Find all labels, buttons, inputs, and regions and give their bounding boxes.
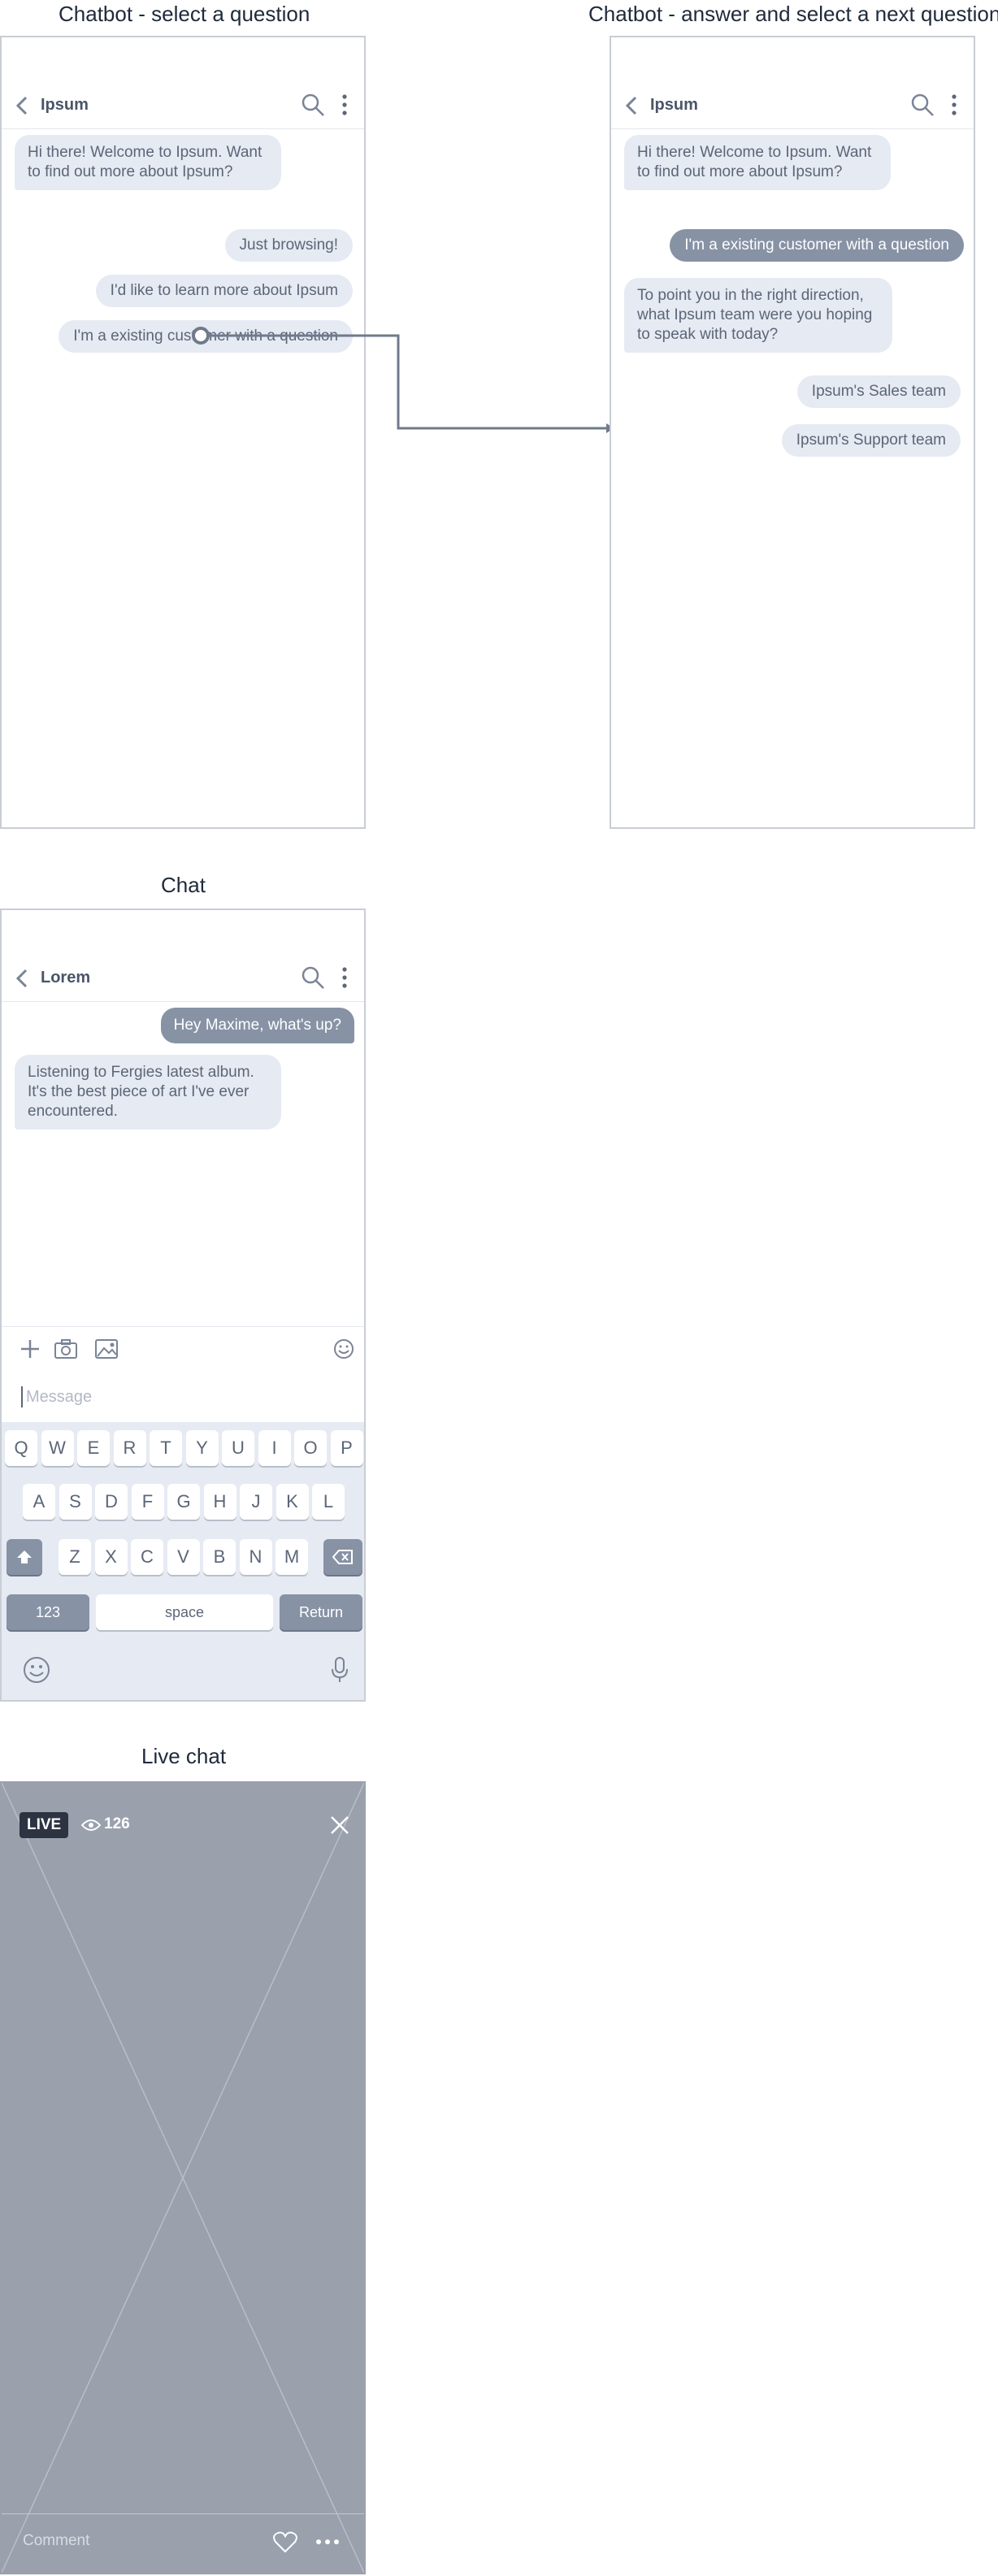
add-icon[interactable] — [20, 1338, 41, 1360]
option-support-team[interactable]: Ipsum's Support team — [781, 424, 961, 457]
bot-reply-message: To point you in the right direction, wha… — [624, 278, 892, 353]
shift-key[interactable] — [7, 1539, 42, 1575]
comment-input[interactable]: Comment — [23, 2532, 89, 2550]
key-m[interactable]: M — [276, 1539, 308, 1575]
app-title: Lorem — [41, 969, 91, 987]
key-s[interactable]: S — [59, 1484, 92, 1520]
chatbot-select-screen: Ipsum Hi there! Welcome to Ipsum. Want t… — [0, 36, 366, 829]
backspace-icon — [332, 1550, 353, 1564]
option-sales-team[interactable]: Ipsum's Sales team — [796, 375, 961, 408]
key-g[interactable]: G — [167, 1484, 200, 1520]
viewer-count: 126 — [104, 1815, 130, 1832]
option-existing-customer[interactable]: I'm a existing customer with a question — [59, 320, 353, 353]
heart-icon[interactable] — [273, 2530, 297, 2553]
top-bar: Ipsum — [2, 37, 364, 129]
search-icon[interactable] — [301, 965, 325, 990]
option-just-browsing[interactable]: Just browsing! — [224, 229, 353, 262]
eye-icon — [81, 1819, 101, 1831]
key-p[interactable]: P — [330, 1430, 363, 1466]
key-y[interactable]: Y — [185, 1430, 219, 1466]
more-options-icon[interactable] — [340, 965, 349, 990]
key-w[interactable]: W — [41, 1430, 74, 1466]
chatbot-answer-screen: Ipsum Hi there! Welcome to Ipsum. Want t… — [610, 36, 975, 829]
key-z[interactable]: Z — [59, 1539, 91, 1575]
screen-label-live-chat: Live chat — [141, 1744, 227, 1768]
bot-welcome-message: Hi there! Welcome to Ipsum. Want to find… — [15, 135, 281, 190]
key-x[interactable]: X — [94, 1539, 128, 1575]
live-badge: LIVE — [20, 1812, 69, 1838]
space-key[interactable]: space — [96, 1594, 273, 1630]
video-placeholder — [2, 1783, 364, 2573]
app-title: Ipsum — [41, 96, 89, 114]
key-r[interactable]: R — [113, 1430, 146, 1466]
key-l[interactable]: L — [312, 1484, 345, 1520]
more-options-icon[interactable] — [315, 2539, 340, 2545]
search-icon[interactable] — [910, 93, 935, 117]
key-t[interactable]: T — [150, 1430, 182, 1466]
key-a[interactable]: A — [23, 1484, 55, 1520]
image-icon[interactable] — [94, 1338, 119, 1360]
message-placeholder: Message — [26, 1388, 93, 1406]
key-v[interactable]: V — [167, 1539, 200, 1575]
keyboard: QWERTYUIOP ASDFGHJKL ZXCVBNM 123 space R… — [2, 1422, 364, 1700]
key-c[interactable]: C — [131, 1539, 163, 1575]
close-icon[interactable] — [330, 1815, 349, 1835]
return-key[interactable]: Return — [280, 1594, 362, 1630]
key-d[interactable]: D — [95, 1484, 128, 1520]
key-u[interactable]: U — [222, 1430, 254, 1466]
key-i[interactable]: I — [258, 1430, 291, 1466]
app-title: Ipsum — [650, 96, 698, 114]
camera-icon[interactable] — [54, 1338, 78, 1360]
screen-label-chat: Chat — [161, 873, 206, 897]
emoji-icon[interactable] — [333, 1338, 354, 1360]
numbers-key[interactable]: 123 — [7, 1594, 89, 1630]
text-cursor — [21, 1386, 23, 1407]
composer-toolbar — [2, 1326, 364, 1373]
key-n[interactable]: N — [239, 1539, 272, 1575]
key-k[interactable]: K — [276, 1484, 309, 1520]
top-bar: Lorem — [2, 910, 364, 1002]
key-f[interactable]: F — [131, 1484, 164, 1520]
sent-message: Hey Maxime, what's up? — [160, 1008, 354, 1043]
emoji-keyboard-icon[interactable] — [23, 1656, 50, 1684]
shift-arrow-icon — [17, 1550, 32, 1563]
message-input[interactable]: Message — [2, 1372, 364, 1422]
screen-label-chatbot-answer: Chatbot - answer and select a next quest… — [588, 2, 998, 26]
back-arrow-icon[interactable] — [621, 94, 644, 117]
selected-option-existing-customer: I'm a existing customer with a question — [670, 229, 964, 262]
more-options-icon[interactable] — [340, 93, 349, 117]
microphone-icon[interactable] — [330, 1656, 349, 1684]
key-q[interactable]: Q — [5, 1430, 37, 1466]
search-icon[interactable] — [301, 93, 325, 117]
chat-screen: Lorem Hey Maxime, what's up? Listening t… — [0, 909, 366, 1702]
top-bar: Ipsum — [611, 37, 974, 129]
bot-welcome-message: Hi there! Welcome to Ipsum. Want to find… — [624, 135, 891, 190]
back-arrow-icon[interactable] — [11, 967, 34, 990]
key-h[interactable]: H — [203, 1484, 236, 1520]
more-options-icon[interactable] — [949, 93, 959, 117]
key-o[interactable]: O — [294, 1430, 327, 1466]
option-learn-more[interactable]: I'd like to learn more about Ipsum — [95, 275, 353, 307]
backspace-key[interactable] — [323, 1539, 362, 1575]
key-j[interactable]: J — [240, 1484, 272, 1520]
back-arrow-icon[interactable] — [11, 94, 34, 117]
key-e[interactable]: E — [77, 1430, 110, 1466]
key-b[interactable]: B — [203, 1539, 236, 1575]
received-message: Listening to Fergies latest album. It's … — [15, 1055, 281, 1130]
live-chat-screen: LIVE 126 Comment — [0, 1781, 366, 2574]
screen-label-chatbot-select: Chatbot - select a question — [59, 2, 310, 26]
comment-bar: Comment — [2, 2513, 364, 2573]
